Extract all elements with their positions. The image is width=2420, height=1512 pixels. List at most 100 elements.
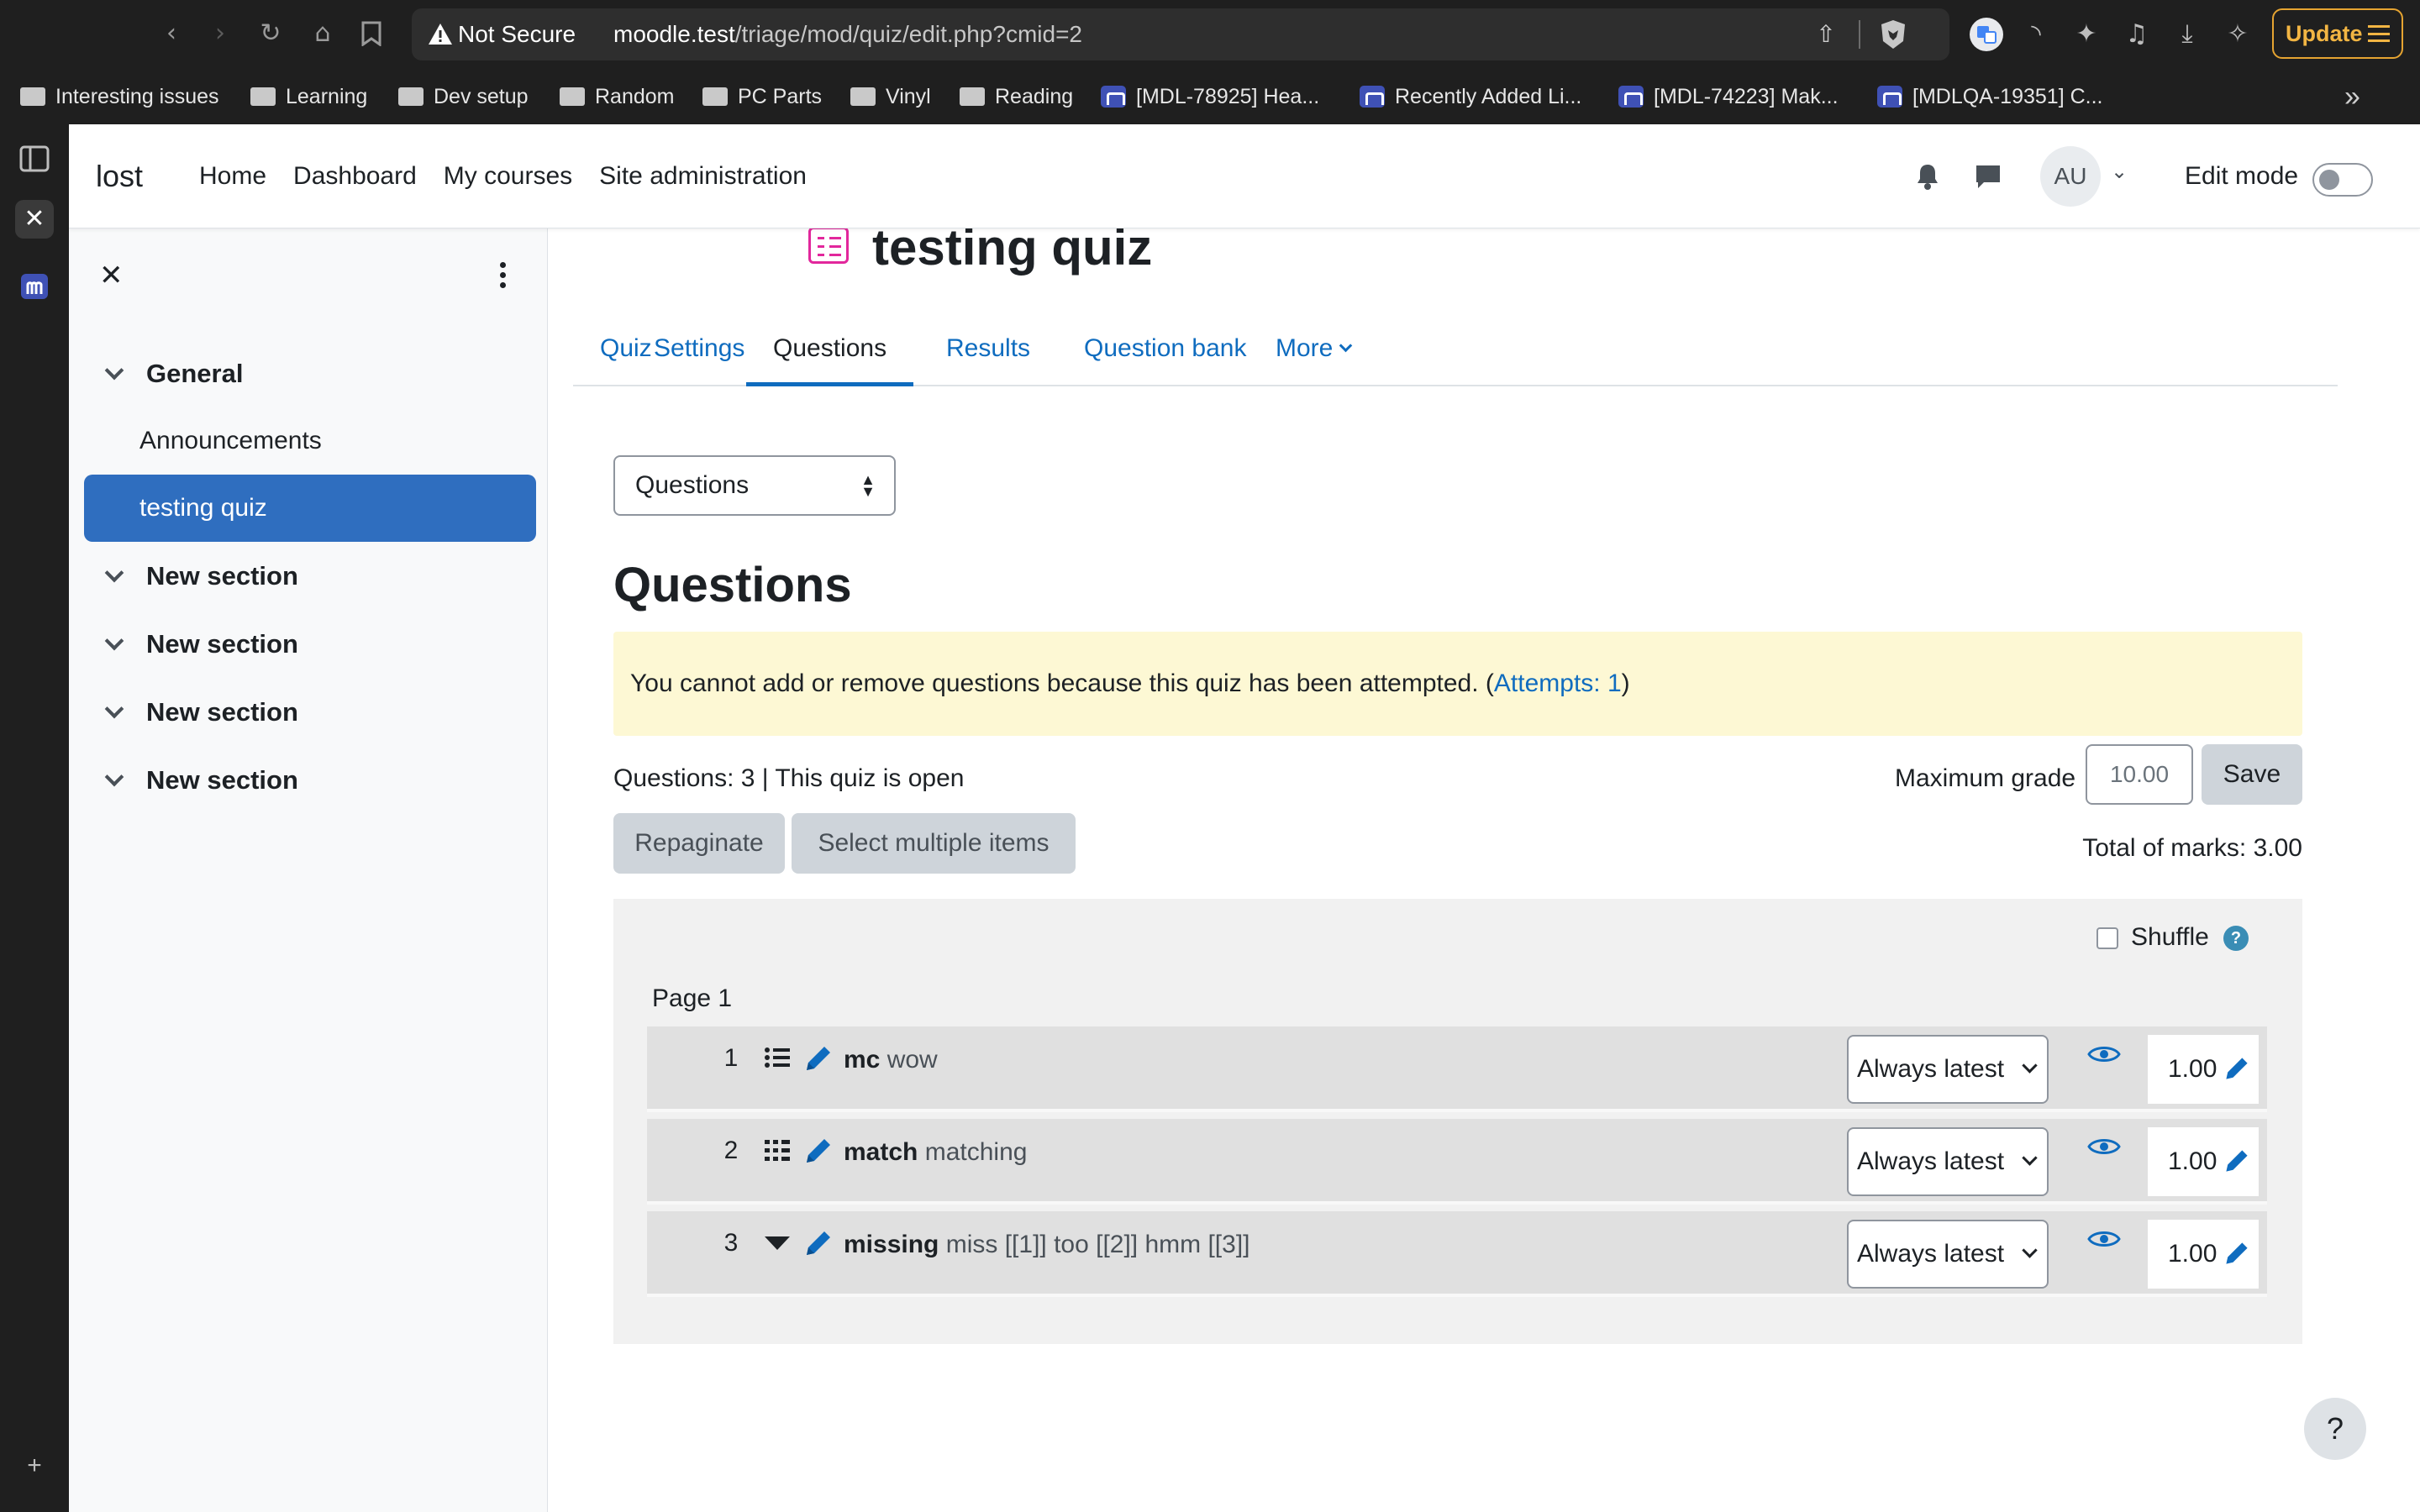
shuffle-checkbox[interactable] xyxy=(2096,927,2118,949)
more-bookmarks-icon[interactable]: » xyxy=(2344,69,2360,124)
kebab-menu-icon[interactable] xyxy=(497,262,508,292)
extension-icon[interactable]: ◝ xyxy=(2018,17,2054,52)
tab-questions[interactable]: Questions xyxy=(746,328,914,386)
bookmark-item[interactable]: Reading xyxy=(960,69,1073,124)
nav-dashboard[interactable]: Dashboard xyxy=(293,124,417,228)
reload-icon[interactable]: ↻ xyxy=(252,15,289,52)
version-select[interactable]: Always latest xyxy=(1847,1220,2049,1289)
section-title: General xyxy=(146,359,244,388)
activity-testing-quiz[interactable]: testing quiz xyxy=(84,475,536,542)
max-grade-input[interactable]: 10.00 xyxy=(2086,744,2193,805)
section-new[interactable]: New section xyxy=(103,611,298,678)
question-mark[interactable]: 1.00 xyxy=(2148,1220,2259,1289)
version-select[interactable]: Always latest xyxy=(1847,1035,2049,1104)
version-select[interactable]: Always latest xyxy=(1847,1127,2049,1196)
brave-shield-icon[interactable] xyxy=(1878,18,1908,50)
edit-pencil-icon[interactable] xyxy=(2222,1053,2252,1084)
moodle-icon[interactable] xyxy=(15,267,54,306)
user-avatar[interactable]: AU xyxy=(2040,146,2101,207)
close-drawer-icon[interactable]: ✕ xyxy=(99,259,124,292)
edit-pencil-icon[interactable] xyxy=(2222,1146,2252,1176)
edit-pencil-icon[interactable] xyxy=(802,1226,835,1260)
tab-question-bank[interactable]: Question bank xyxy=(1057,328,1273,386)
bookmark-item[interactable]: Interesting issues xyxy=(20,69,219,124)
bookmark-item[interactable]: PC Parts xyxy=(702,69,822,124)
gapselect-icon xyxy=(765,1236,790,1250)
edit-pencil-icon[interactable] xyxy=(802,1134,835,1168)
total-marks: Total of marks: 3.00 xyxy=(2082,834,2302,862)
mark-value: 1.00 xyxy=(2168,1240,2217,1268)
address-bar[interactable]: Not Secure moodle.test/triage/mod/quiz/e… xyxy=(412,8,1949,60)
messages-icon[interactable] xyxy=(1970,158,2007,195)
notifications-bell-icon[interactable] xyxy=(1909,158,1946,195)
chevron-down-icon xyxy=(104,767,124,787)
nav-home[interactable]: Home xyxy=(199,124,266,228)
update-button[interactable]: Update xyxy=(2272,8,2403,59)
moodle-icon xyxy=(1618,86,1644,108)
bookmark-item[interactable]: Recently Added Li... xyxy=(1360,69,1581,124)
bookmark-item[interactable]: [MDLQA-19351] C... xyxy=(1877,69,2102,124)
bookmark-label: Random xyxy=(595,85,675,108)
site-brand[interactable]: lost xyxy=(96,124,143,228)
moodle-icon xyxy=(1877,86,1902,108)
edit-mode-toggle[interactable] xyxy=(2312,163,2373,197)
save-button[interactable]: Save xyxy=(2202,744,2302,805)
question-mark[interactable]: 1.00 xyxy=(2148,1127,2259,1196)
page-jump-select[interactable]: Questions ▲ ▼ xyxy=(613,455,896,516)
bookmark-label: Vinyl xyxy=(886,85,931,108)
tab-more[interactable]: More xyxy=(1249,328,1377,386)
sparkle-icon[interactable]: ✧ xyxy=(2220,17,2255,52)
attempts-link[interactable]: Attempts: 1 xyxy=(1494,669,1622,697)
help-icon[interactable]: ? xyxy=(2223,926,2249,951)
bookmark-item[interactable]: Vinyl xyxy=(850,69,931,124)
page-help-button[interactable]: ? xyxy=(2304,1398,2366,1460)
question-mark[interactable]: 1.00 xyxy=(2148,1035,2259,1104)
puzzle-icon[interactable]: ✦ xyxy=(2069,17,2104,52)
bookmark-item[interactable]: [MDL-78925] Hea... xyxy=(1101,69,1319,124)
nav-site-administration[interactable]: Site administration xyxy=(599,124,807,228)
bookmark-label: Dev setup xyxy=(434,85,529,108)
activity-announcements[interactable]: Announcements xyxy=(84,407,536,475)
select-multiple-button[interactable]: Select multiple items xyxy=(792,813,1076,874)
url-text[interactable]: moodle.test/triage/mod/quiz/edit.php?cmi… xyxy=(613,8,1082,60)
question-text: match matching xyxy=(844,1136,1027,1169)
repaginate-button[interactable]: Repaginate xyxy=(613,813,785,874)
nav-my-courses[interactable]: My courses xyxy=(444,124,572,228)
bookmark-item[interactable]: Learning xyxy=(250,69,367,124)
add-icon[interactable]: + xyxy=(15,1446,54,1485)
question-number: 1 xyxy=(723,1044,739,1072)
bookmark-item[interactable]: Random xyxy=(560,69,675,124)
bookmark-item[interactable]: [MDL-74223] Mak... xyxy=(1618,69,1839,124)
preview-eye-icon[interactable] xyxy=(2087,1226,2121,1252)
section-new[interactable]: New section xyxy=(103,543,298,610)
bookmark-item[interactable]: Dev setup xyxy=(398,69,529,124)
folder-icon xyxy=(960,87,985,106)
preview-eye-icon[interactable] xyxy=(2087,1042,2121,1067)
bookmark-icon[interactable] xyxy=(353,15,390,52)
forward-icon[interactable]: › xyxy=(202,15,239,52)
home-icon[interactable]: ⌂ xyxy=(304,15,341,52)
section-title: New section xyxy=(146,697,298,727)
secondary-navigation: Quiz Settings Questions Results Question… xyxy=(573,328,2338,386)
translate-extension-icon[interactable] xyxy=(1969,17,2004,52)
share-icon[interactable]: ⇧ xyxy=(1811,18,1841,50)
section-new[interactable]: New section xyxy=(103,747,298,814)
section-general[interactable]: General xyxy=(103,340,243,407)
tab-results[interactable]: Results xyxy=(919,328,1057,386)
moodle-navbar: lost Home Dashboard My courses Site adminis… xyxy=(69,124,2420,228)
folder-icon xyxy=(398,87,424,106)
matching-icon xyxy=(765,1140,790,1161)
chevron-down-icon[interactable]: ⌄ xyxy=(2111,160,2128,184)
bookmark-label: Reading xyxy=(995,85,1074,108)
edit-pencil-icon[interactable] xyxy=(2222,1238,2252,1268)
course-index-drawer: ✕ General Announcements testing quiz New… xyxy=(69,228,548,1512)
sidebar-toggle-icon[interactable] xyxy=(15,139,54,178)
back-icon[interactable]: ‹ xyxy=(153,15,190,52)
close-tab-icon[interactable]: ✕ xyxy=(15,200,54,239)
download-icon[interactable]: ⤓ xyxy=(2170,17,2205,52)
music-icon[interactable]: ♫ xyxy=(2119,17,2154,52)
preview-eye-icon[interactable] xyxy=(2087,1134,2121,1159)
section-new[interactable]: New section xyxy=(103,679,298,746)
edit-pencil-icon[interactable] xyxy=(802,1042,835,1075)
question-number: 3 xyxy=(723,1229,739,1257)
